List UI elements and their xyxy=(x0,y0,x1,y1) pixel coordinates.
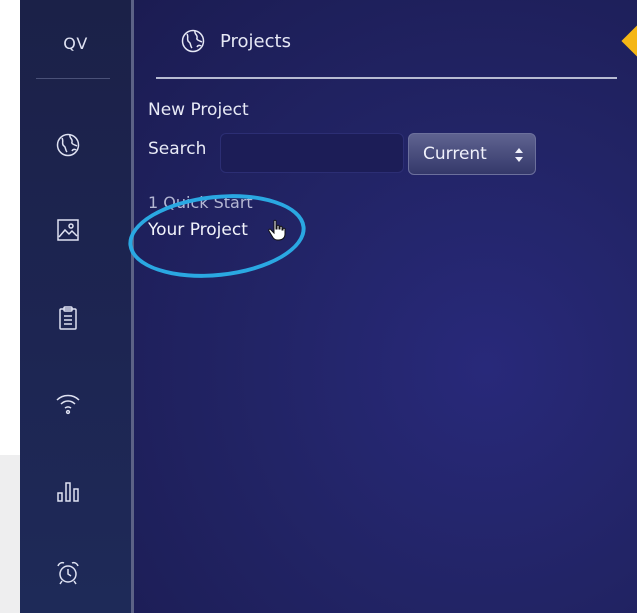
hand-cursor-icon xyxy=(268,219,286,241)
filter-select[interactable]: Current xyxy=(408,133,536,175)
search-input[interactable] xyxy=(220,133,404,173)
sidebar-item-projects[interactable] xyxy=(55,132,81,158)
sidebar-item-reports[interactable] xyxy=(55,305,81,331)
sidebar-item-network[interactable] xyxy=(55,390,81,416)
header-divider xyxy=(156,77,617,79)
sidebar-item-stats[interactable] xyxy=(55,478,81,504)
project-list-item[interactable]: Your Project xyxy=(148,220,248,240)
sidebar: QV xyxy=(20,0,131,613)
image-icon xyxy=(57,219,79,241)
filter-select-value: Current xyxy=(423,144,487,164)
globe-icon xyxy=(181,29,205,53)
status-diamond-icon xyxy=(621,25,637,57)
wifi-icon xyxy=(56,394,80,415)
projects-panel: Projects New Project Search Current 1 Qu… xyxy=(124,0,637,613)
new-project-link[interactable]: New Project xyxy=(148,100,249,120)
select-arrows-icon xyxy=(515,148,523,162)
app-window: QV Projects New Project Search Current 1… xyxy=(20,0,637,613)
logo-divider xyxy=(36,78,110,79)
sidebar-item-images[interactable] xyxy=(55,217,81,243)
search-label: Search xyxy=(148,139,207,159)
sidebar-item-alarms[interactable] xyxy=(55,560,81,586)
project-list-item[interactable]: 1 Quick Start xyxy=(148,193,253,212)
bar-chart-icon xyxy=(57,482,79,502)
alarm-clock-icon xyxy=(57,561,79,585)
page-title: Projects xyxy=(220,31,291,52)
clipboard-icon xyxy=(59,306,77,330)
app-logo: QV xyxy=(63,34,88,53)
globe-icon xyxy=(56,133,80,157)
